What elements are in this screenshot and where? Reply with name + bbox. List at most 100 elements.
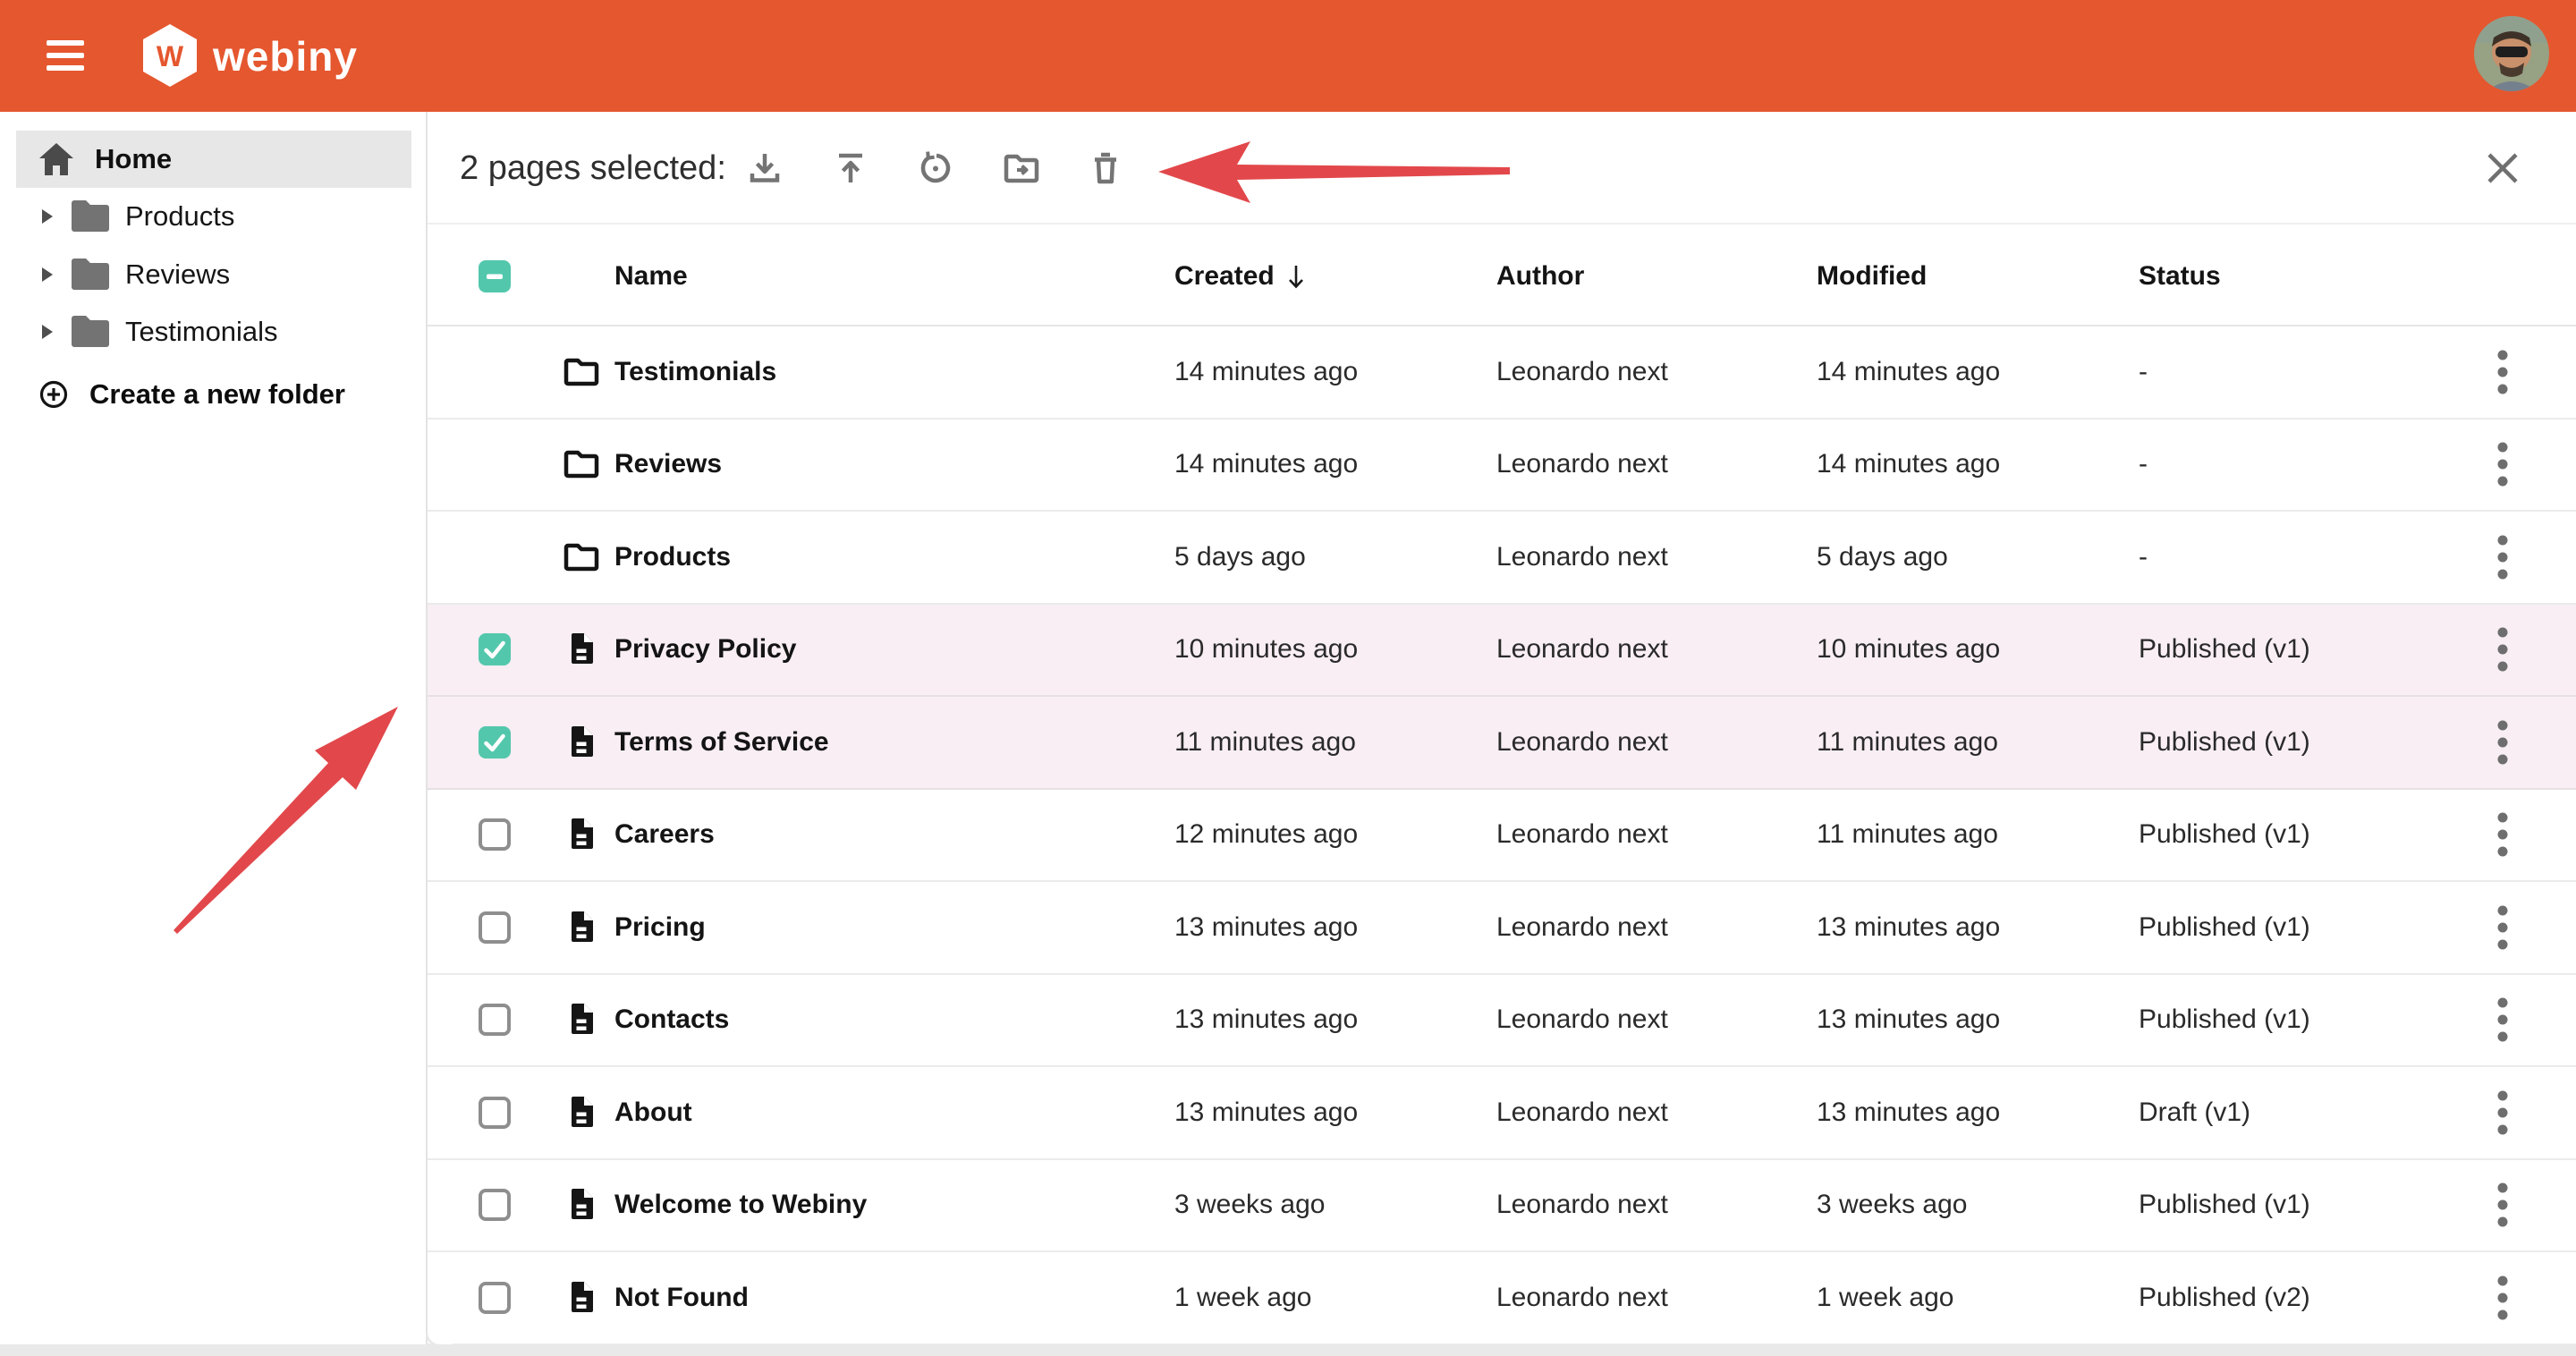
row-menu-button[interactable] bbox=[2481, 993, 2524, 1047]
close-selection-button[interactable] bbox=[2476, 141, 2529, 195]
table-row[interactable]: Welcome to Webiny 3 weeks ago Leonardo n… bbox=[428, 1160, 2576, 1253]
folder-sidebar: Home Products Reviews Testimonials Creat… bbox=[0, 112, 428, 1345]
table-row[interactable]: Not Found 1 week ago Leonardo next 1 wee… bbox=[428, 1252, 2576, 1345]
column-header-author[interactable]: Author bbox=[1496, 226, 1584, 326]
sidebar-item-home[interactable]: Home bbox=[16, 131, 411, 188]
row-checkbox[interactable] bbox=[478, 1188, 512, 1222]
table-row[interactable]: Products 5 days ago Leonardo next 5 days… bbox=[428, 512, 2576, 605]
row-name[interactable]: About bbox=[614, 1098, 692, 1128]
sidebar-item-label: Reviews bbox=[125, 258, 230, 291]
row-name[interactable]: Careers bbox=[614, 819, 715, 850]
row-checkbox[interactable] bbox=[478, 1096, 512, 1130]
move-to-folder-icon bbox=[1003, 149, 1040, 187]
row-checkbox[interactable] bbox=[478, 911, 512, 945]
row-name[interactable]: Contacts bbox=[614, 1004, 729, 1035]
column-header-modified[interactable]: Modified bbox=[1817, 226, 1927, 326]
row-checkbox[interactable] bbox=[478, 818, 512, 852]
row-modified: 11 minutes ago bbox=[1817, 819, 1998, 850]
sidebar-item-reviews[interactable]: Reviews bbox=[0, 248, 411, 301]
kebab-menu-icon bbox=[2496, 534, 2509, 581]
table-body: Testimonials 14 minutes ago Leonardo nex… bbox=[428, 326, 2576, 1345]
row-type-icon bbox=[562, 1278, 601, 1318]
column-header-name[interactable]: Name bbox=[614, 226, 688, 326]
table-row[interactable]: Privacy Policy 10 minutes ago Leonardo n… bbox=[428, 605, 2576, 698]
table-row[interactable]: Testimonials 14 minutes ago Leonardo nex… bbox=[428, 326, 2576, 420]
row-type-icon bbox=[562, 723, 601, 762]
row-type-icon bbox=[562, 352, 601, 392]
table-header: Name Created Author Modified Status bbox=[428, 226, 2576, 326]
row-menu-button[interactable] bbox=[2481, 530, 2524, 584]
row-name[interactable]: Pricing bbox=[614, 912, 706, 943]
move-to-folder-button[interactable] bbox=[995, 141, 1048, 195]
row-menu-button[interactable] bbox=[2481, 623, 2524, 676]
row-checkbox bbox=[478, 540, 512, 574]
kebab-menu-icon bbox=[2496, 719, 2509, 766]
publish-icon bbox=[832, 149, 869, 187]
row-status: - bbox=[2139, 357, 2148, 387]
download-button[interactable] bbox=[738, 141, 792, 195]
row-created: 13 minutes ago bbox=[1174, 1098, 1358, 1128]
row-created: 1 week ago bbox=[1174, 1283, 1311, 1313]
row-author: Leonardo next bbox=[1496, 1098, 1668, 1128]
row-menu-button[interactable] bbox=[2481, 1271, 2524, 1325]
chevron-right-icon[interactable] bbox=[41, 208, 54, 225]
row-checkbox[interactable] bbox=[478, 632, 512, 666]
row-name[interactable]: Privacy Policy bbox=[614, 634, 796, 665]
row-menu-button[interactable] bbox=[2481, 1086, 2524, 1140]
kebab-menu-icon bbox=[2496, 441, 2509, 487]
page-icon bbox=[562, 1000, 601, 1039]
trash-icon bbox=[1087, 149, 1124, 187]
table-row[interactable]: Careers 12 minutes ago Leonardo next 11 … bbox=[428, 790, 2576, 883]
row-created: 13 minutes ago bbox=[1174, 1004, 1358, 1035]
row-name[interactable]: Terms of Service bbox=[614, 727, 829, 758]
row-name[interactable]: Testimonials bbox=[614, 357, 776, 387]
restore-icon bbox=[917, 149, 954, 187]
kebab-menu-icon bbox=[2496, 1089, 2509, 1136]
create-folder-button[interactable]: Create a new folder bbox=[39, 369, 345, 420]
plus-circle-icon bbox=[39, 380, 68, 409]
table-row[interactable]: Reviews 14 minutes ago Leonardo next 14 … bbox=[428, 420, 2576, 513]
row-menu-button[interactable] bbox=[2481, 716, 2524, 769]
folder-icon bbox=[562, 352, 601, 392]
row-name[interactable]: Not Found bbox=[614, 1283, 749, 1313]
row-checkbox[interactable] bbox=[478, 1281, 512, 1315]
row-modified: 5 days ago bbox=[1817, 542, 1948, 572]
row-type-icon bbox=[562, 1093, 601, 1132]
row-menu-button[interactable] bbox=[2481, 1178, 2524, 1232]
row-type-icon bbox=[562, 445, 601, 484]
sidebar-item-products[interactable]: Products bbox=[0, 190, 411, 243]
table-row[interactable]: Terms of Service 11 minutes ago Leonardo… bbox=[428, 697, 2576, 790]
row-checkbox[interactable] bbox=[478, 1003, 512, 1037]
row-modified: 14 minutes ago bbox=[1817, 357, 2000, 387]
row-checkbox[interactable] bbox=[478, 725, 512, 759]
row-created: 5 days ago bbox=[1174, 542, 1306, 572]
chevron-right-icon[interactable] bbox=[41, 324, 54, 340]
hamburger-menu-icon[interactable] bbox=[47, 34, 86, 77]
sidebar-item-testimonials[interactable]: Testimonials bbox=[0, 305, 411, 359]
row-name[interactable]: Welcome to Webiny bbox=[614, 1190, 867, 1220]
row-modified: 13 minutes ago bbox=[1817, 1004, 2000, 1035]
download-icon bbox=[746, 149, 784, 187]
user-avatar[interactable] bbox=[2474, 16, 2549, 91]
row-modified: 13 minutes ago bbox=[1817, 1098, 2000, 1128]
column-header-created[interactable]: Created bbox=[1174, 226, 1307, 326]
table-row[interactable]: Pricing 13 minutes ago Leonardo next 13 … bbox=[428, 882, 2576, 975]
sidebar-item-label: Products bbox=[125, 200, 234, 233]
row-menu-button[interactable] bbox=[2481, 808, 2524, 861]
delete-button[interactable] bbox=[1079, 141, 1132, 195]
restore-button[interactable] bbox=[909, 141, 962, 195]
table-row[interactable]: About 13 minutes ago Leonardo next 13 mi… bbox=[428, 1067, 2576, 1160]
row-status: Published (v1) bbox=[2139, 727, 2310, 758]
chevron-right-icon[interactable] bbox=[41, 267, 54, 283]
kebab-menu-icon bbox=[2496, 996, 2509, 1043]
publish-button[interactable] bbox=[824, 141, 877, 195]
row-menu-button[interactable] bbox=[2481, 345, 2524, 399]
table-row[interactable]: Contacts 13 minutes ago Leonardo next 13… bbox=[428, 975, 2576, 1068]
row-name[interactable]: Products bbox=[614, 542, 731, 572]
select-all-checkbox[interactable] bbox=[478, 259, 512, 293]
row-menu-button[interactable] bbox=[2481, 437, 2524, 491]
row-menu-button[interactable] bbox=[2481, 901, 2524, 954]
column-header-status[interactable]: Status bbox=[2139, 226, 2221, 326]
row-type-icon bbox=[562, 908, 601, 947]
row-name[interactable]: Reviews bbox=[614, 449, 722, 479]
